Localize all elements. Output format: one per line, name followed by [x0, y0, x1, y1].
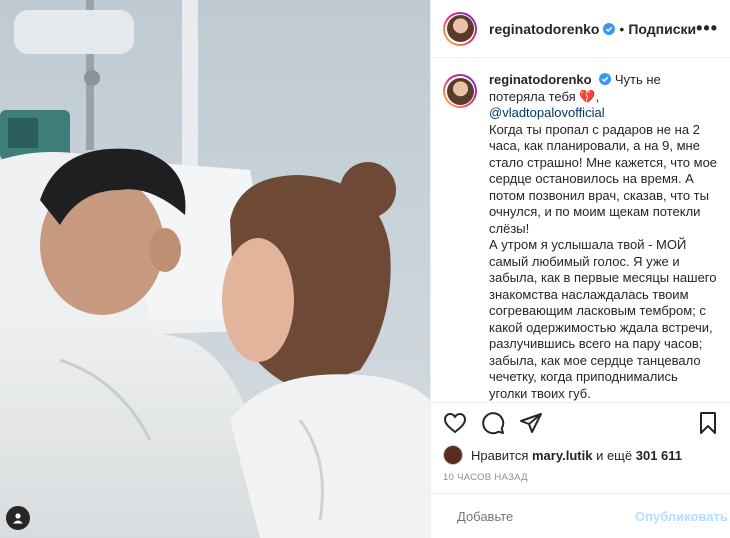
- person-glyph-icon: [13, 513, 23, 524]
- likes-prefix: Нравится: [471, 447, 529, 463]
- liker-username[interactable]: mary.lutik: [532, 448, 592, 463]
- comments-area[interactable]: reginatodorenko Чуть не потеряла тебя 💔,…: [431, 58, 730, 402]
- hospital-photo: [0, 0, 430, 538]
- header-separator: •: [619, 20, 625, 37]
- paper-plane-icon[interactable]: [519, 411, 543, 435]
- publish-button[interactable]: Опубликовать: [635, 509, 728, 524]
- header-username[interactable]: reginatodorenko: [489, 21, 599, 37]
- action-bar: [431, 402, 730, 442]
- bookmark-icon[interactable]: [696, 411, 720, 435]
- verified-badge-icon: [599, 73, 612, 85]
- likes-and: и ещё: [596, 447, 633, 463]
- post-timestamp[interactable]: 10 часов назад: [431, 468, 730, 494]
- caption-paragraph: А утром я услышала твой - МОЙ самый люби…: [489, 237, 717, 401]
- caption-paragraph: Когда ты пропал с радаров не на 2 часа, …: [489, 121, 718, 236]
- post-photo[interactable]: [0, 0, 430, 538]
- comment-input[interactable]: [455, 507, 635, 525]
- post-sidebar: reginatodorenko • Подписки ••• reginatod…: [430, 0, 730, 538]
- caption-avatar[interactable]: [443, 74, 477, 108]
- broken-heart-icon: 💔: [579, 88, 596, 104]
- comment-icon[interactable]: [481, 411, 505, 435]
- caption-comma: ,: [595, 88, 600, 104]
- verified-badge-icon: [603, 22, 616, 35]
- more-options-icon[interactable]: •••: [696, 18, 718, 39]
- mention-link[interactable]: @vladtopalovofficial: [489, 105, 605, 120]
- instagram-post: reginatodorenko • Подписки ••• reginatod…: [0, 0, 730, 538]
- following-button[interactable]: Подписки: [628, 21, 696, 37]
- caption-username[interactable]: reginatodorenko: [489, 72, 592, 87]
- avatar[interactable]: [443, 11, 477, 46]
- likes-summary: Нравится mary.lutik и ещё 301 611: [431, 442, 730, 468]
- liker-avatar[interactable]: [443, 445, 463, 465]
- user-tag-icon[interactable]: [6, 506, 30, 530]
- caption-text: reginatodorenko Чуть не потеряла тебя 💔,…: [489, 72, 718, 402]
- heart-icon[interactable]: [443, 411, 467, 435]
- add-comment-bar: Опубликовать: [431, 494, 730, 538]
- post-header: reginatodorenko • Подписки •••: [431, 0, 730, 58]
- caption: reginatodorenko Чуть не потеряла тебя 💔,…: [443, 72, 718, 402]
- likes-count[interactable]: 301 611: [636, 448, 682, 463]
